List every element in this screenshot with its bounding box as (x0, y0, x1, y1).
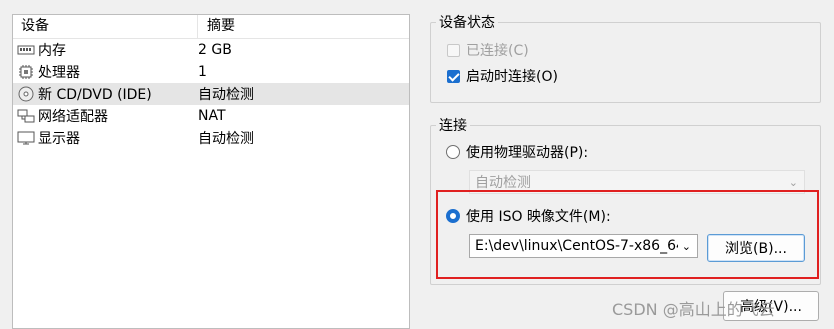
column-header-summary[interactable]: 摘要 (198, 15, 235, 38)
device-name: 显示器 (38, 131, 80, 147)
device-summary: NAT (198, 108, 226, 124)
device-row-memory[interactable]: 内存 2 GB (13, 39, 409, 61)
connect-on-start-checkbox[interactable]: 启动时连接(O) (447, 66, 558, 86)
device-row-cd-dvd[interactable]: 新 CD/DVD (IDE) 自动检测 (13, 83, 409, 105)
device-list-header: 设备 摘要 (13, 15, 409, 39)
connected-checkbox[interactable]: 已连接(C) (447, 40, 529, 60)
column-header-device[interactable]: 设备 (13, 15, 198, 38)
device-summary: 1 (198, 64, 207, 80)
cd-dvd-icon (18, 86, 34, 102)
highlight-box (436, 190, 819, 279)
connect-on-start-label: 启动时连接(O) (466, 69, 558, 85)
device-name: 网络适配器 (38, 109, 108, 125)
device-summary: 自动检测 (198, 131, 254, 147)
device-list: 设备 摘要 内存 2 GB 处理器 1 新 CD/DVD (IDE) 自动检测 … (12, 14, 410, 329)
device-summary: 自动检测 (198, 87, 254, 103)
network-adapter-icon (17, 109, 35, 123)
device-row-network-adapter[interactable]: 网络适配器 NAT (13, 105, 409, 127)
display-icon (17, 131, 35, 145)
connected-label: 已连接(C) (466, 43, 529, 59)
device-name: 处理器 (38, 65, 80, 81)
device-row-display[interactable]: 显示器 自动检测 (13, 127, 409, 149)
physical-drive-radio[interactable]: 使用物理驱动器(P): (446, 142, 588, 162)
device-name: 新 CD/DVD (IDE) (38, 87, 152, 103)
processor-icon (19, 65, 33, 79)
connected-checkbox-box[interactable] (447, 43, 460, 57)
connect-on-start-checkbox-box[interactable] (447, 69, 460, 83)
device-row-processor[interactable]: 处理器 1 (13, 61, 409, 83)
device-status-title: 设备状态 (439, 15, 495, 31)
memory-icon (17, 45, 35, 55)
chevron-down-icon: ⌄ (788, 175, 798, 189)
watermark: CSDN @高山上的飞云 (612, 300, 775, 319)
physical-drive-radio-button[interactable] (446, 145, 460, 159)
device-name: 内存 (38, 43, 66, 59)
physical-drive-label: 使用物理驱动器(P): (466, 145, 589, 161)
physical-drive-value: 自动检测 (475, 175, 531, 191)
device-summary: 2 GB (198, 42, 232, 58)
connection-title: 连接 (439, 118, 467, 134)
